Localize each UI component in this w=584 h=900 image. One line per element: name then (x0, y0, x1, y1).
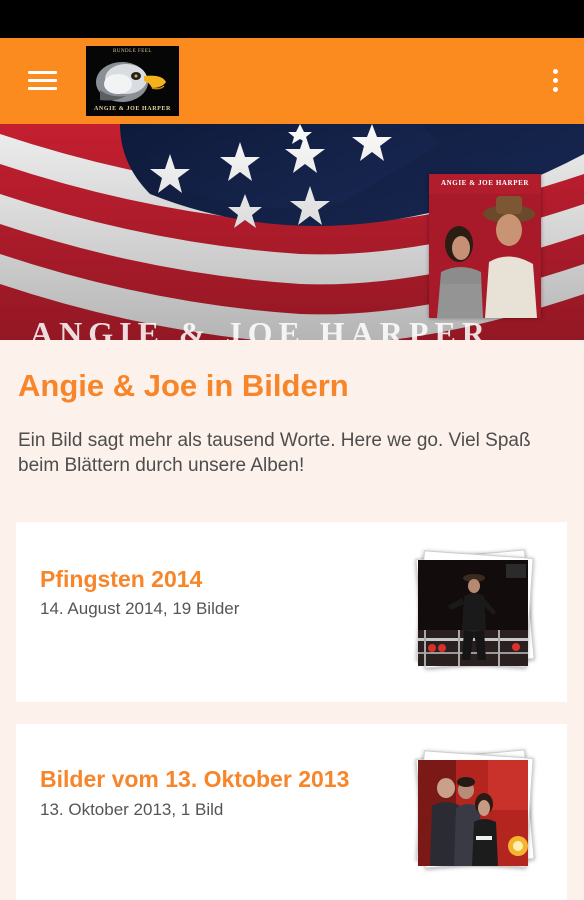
album-thumbnail (418, 760, 528, 866)
overflow-menu-button[interactable] (548, 68, 562, 96)
poster-title: ANGIE & JOE HARPER (441, 179, 529, 187)
hero-caption: ANGIE & JOE HARPER (30, 315, 491, 340)
album-meta: 13. Oktober 2013, 1 Bild (40, 800, 224, 819)
hero-banner: ANGIE & JOE HARPER ANGIE & JOE HARPER (0, 124, 584, 340)
album-thumbnail (418, 560, 528, 666)
album-title: Bilder vom 13. Oktober 2013 (40, 766, 350, 792)
album-thumbnail-stack (412, 748, 540, 880)
more-vert-icon (553, 69, 558, 74)
logo-tagline: BUNDLE FEEL (113, 49, 152, 54)
app-bar: BUNDLE FEEL ANGIE & JOE HARPER (0, 38, 584, 124)
album-thumbnail-stack (412, 548, 540, 680)
band-photo-image (429, 174, 541, 318)
group-photo-image (418, 760, 528, 866)
menu-button[interactable] (22, 64, 64, 98)
intro-text: Ein Bild sagt mehr als tausend Worte. He… (18, 430, 531, 476)
status-bar (0, 0, 584, 38)
album-title: Pfingsten 2014 (40, 566, 203, 592)
band-poster: ANGIE & JOE HARPER (429, 174, 541, 318)
hamburger-menu-icon (28, 71, 57, 74)
logo-title: ANGIE & JOE HARPER (94, 106, 171, 112)
album-meta: 14. August 2014, 19 Bilder (40, 599, 240, 618)
album-card[interactable]: Pfingsten 2014 14. August 2014, 19 Bilde… (16, 522, 567, 702)
stage-photo-image (418, 560, 528, 666)
app-logo[interactable]: BUNDLE FEEL ANGIE & JOE HARPER (86, 46, 179, 116)
album-card[interactable]: Bilder vom 13. Oktober 2013 13. Oktober … (16, 724, 567, 900)
page-title: Angie & Joe in Bildern (18, 368, 349, 403)
